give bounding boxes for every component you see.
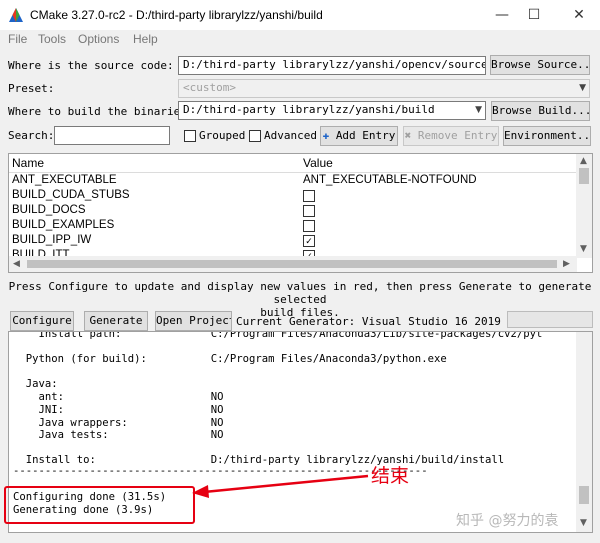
log-line: Java wrappers: NO	[13, 417, 223, 429]
preset-value: <custom>	[183, 81, 236, 94]
browse-source-button[interactable]: Browse Source...	[490, 55, 590, 75]
annotation-label: 结束	[371, 461, 409, 488]
chevron-down-icon: ▼	[475, 102, 482, 119]
row-name: BUILD_EXAMPLES	[12, 219, 114, 231]
header-value[interactable]: Value	[303, 156, 333, 170]
log-line: Java:	[13, 378, 58, 390]
scroll-thumb[interactable]	[579, 486, 589, 504]
log-vertical-scrollbar[interactable]: ▼	[576, 332, 592, 532]
progress-bar	[507, 311, 593, 328]
row-checkbox[interactable]	[303, 205, 315, 217]
log-line: JNI: NO	[13, 404, 223, 416]
table-row[interactable]: ANT_EXECUTABLE ANT_EXECUTABLE-NOTFOUND	[9, 174, 577, 188]
generate-button[interactable]: Generate	[84, 311, 148, 331]
table-header: Name Value	[9, 154, 577, 173]
table-horizontal-scrollbar[interactable]: ◀ ▶	[9, 256, 577, 272]
row-name: ANT_EXECUTABLE	[12, 174, 117, 186]
grouped-label: Grouped	[199, 129, 245, 142]
source-label: Where is the source code:	[8, 59, 174, 72]
search-label: Search:	[8, 129, 54, 142]
log-line: Python (for build): C:/Program Files/Ana…	[13, 353, 447, 365]
log-line: Install path: C:/Program Files/Anaconda3…	[13, 331, 542, 340]
scroll-thumb[interactable]	[579, 168, 589, 184]
advanced-checkbox[interactable]	[249, 130, 261, 142]
menu-tools[interactable]: Tools	[38, 32, 66, 46]
table-row[interactable]: BUILD_CUDA_STUBS	[9, 189, 577, 203]
preset-label: Preset:	[8, 82, 54, 95]
source-input[interactable]: D:/third-party librarylzz/yanshi/opencv/…	[178, 56, 486, 75]
grouped-checkbox[interactable]	[184, 130, 196, 142]
add-entry-label: Add Entry	[336, 129, 396, 142]
environment-button[interactable]: Environment...	[503, 126, 591, 146]
table-row[interactable]: BUILD_EXAMPLES	[9, 219, 577, 233]
row-name: BUILD_DOCS	[12, 204, 86, 216]
preset-select[interactable]: <custom> ▼	[178, 79, 590, 98]
watermark: 知乎 @努力的袁	[456, 510, 558, 530]
arrow-icon	[190, 470, 370, 500]
table-vertical-scrollbar[interactable]: ▲ ▼	[576, 154, 592, 258]
table-row[interactable]: BUILD_DOCS	[9, 204, 577, 218]
scroll-thumb[interactable]	[27, 260, 557, 268]
window-title: CMake 3.27.0-rc2 - D:/third-party librar…	[30, 8, 323, 22]
scroll-down-icon[interactable]: ▼	[580, 244, 587, 254]
menu-file[interactable]: File	[8, 32, 27, 46]
minimize-button[interactable]: —	[487, 4, 517, 26]
chevron-down-icon: ▼	[579, 80, 586, 97]
close-button[interactable]: ✕	[564, 4, 594, 26]
row-value: ANT_EXECUTABLE-NOTFOUND	[303, 174, 477, 186]
build-label: Where to build the binaries:	[8, 105, 193, 118]
menu-help[interactable]: Help	[133, 32, 158, 46]
scroll-up-icon[interactable]: ▲	[580, 156, 587, 166]
remove-entry-label: Remove Entry	[418, 129, 497, 142]
scroll-left-icon[interactable]: ◀	[13, 259, 20, 269]
row-checkbox[interactable]	[303, 220, 315, 232]
row-checkbox-checked[interactable]: ✓	[303, 235, 315, 247]
scroll-down-icon[interactable]: ▼	[580, 518, 587, 528]
add-entry-button[interactable]: ✚ Add Entry	[320, 126, 398, 146]
row-checkbox[interactable]	[303, 190, 315, 202]
maximize-button[interactable]: ☐	[519, 4, 549, 26]
build-select[interactable]: D:/third-party librarylzz/yanshi/build ▼	[178, 101, 486, 120]
info-line-1: Press Configure to update and display ne…	[0, 280, 600, 306]
highlight-box	[4, 486, 195, 524]
plus-icon: ✚	[323, 129, 330, 142]
log-line: Java tests: NO	[13, 429, 223, 441]
remove-entry-button[interactable]: ✖ Remove Entry	[403, 126, 499, 146]
cmake-logo-icon	[8, 7, 24, 23]
scroll-right-icon[interactable]: ▶	[563, 259, 570, 269]
row-name: BUILD_CUDA_STUBS	[12, 189, 130, 201]
cache-table: Name Value ANT_EXECUTABLE ANT_EXECUTABLE…	[8, 153, 593, 273]
remove-icon: ✖	[405, 129, 412, 142]
header-name[interactable]: Name	[12, 156, 44, 170]
browse-build-button[interactable]: Browse Build...	[491, 101, 590, 121]
open-project-button[interactable]: Open Project	[155, 311, 232, 331]
current-generator-label: Current Generator: Visual Studio 16 2019	[236, 315, 501, 328]
menu-options[interactable]: Options	[78, 32, 119, 46]
search-input[interactable]	[54, 126, 170, 145]
row-name: BUILD_IPP_IW	[12, 234, 91, 246]
configure-button[interactable]: Configure	[10, 311, 74, 331]
advanced-label: Advanced	[264, 129, 317, 142]
log-line: ant: NO	[13, 391, 223, 403]
build-value: D:/third-party librarylzz/yanshi/build	[183, 103, 435, 116]
table-row[interactable]: BUILD_IPP_IW ✓	[9, 234, 577, 248]
